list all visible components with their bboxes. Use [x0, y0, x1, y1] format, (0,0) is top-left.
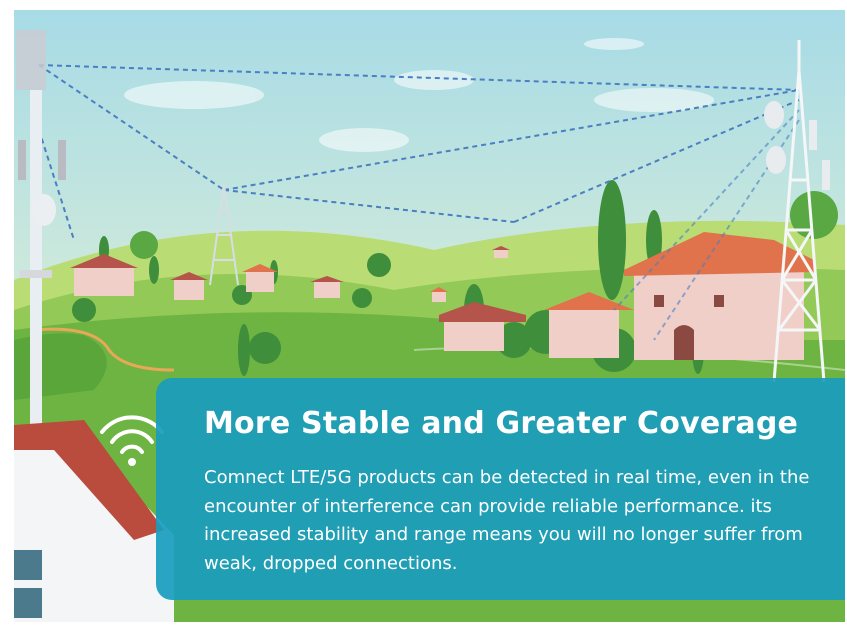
banner-description: Comnect LTE/5G products can be detected … — [204, 467, 810, 574]
hero-banner: More Stable and Greater Coverage Comnect… — [14, 10, 845, 622]
banner-title: More Stable and Greater Coverage — [204, 406, 799, 441]
info-panel: More Stable and Greater Coverage Comnect… — [156, 378, 845, 600]
